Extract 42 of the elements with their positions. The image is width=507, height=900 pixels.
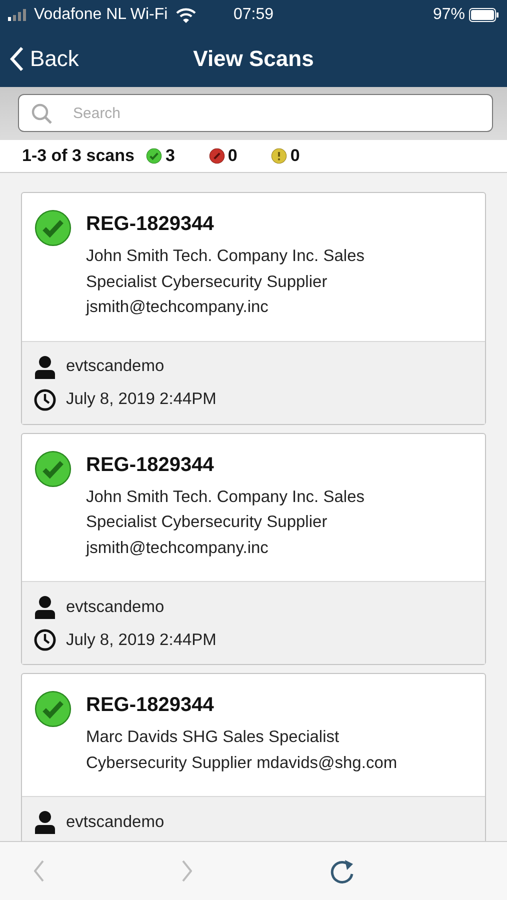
chevron-left-icon (10, 46, 24, 72)
carrier-name: Vodafone NL Wi-Fi (34, 6, 168, 24)
registration-id: REG-1829344 (86, 694, 215, 717)
signal-icon (8, 9, 28, 21)
check-icon (34, 209, 72, 247)
chevron-right-icon (182, 860, 192, 882)
status-count: 3 (165, 146, 175, 166)
scan-count: 1-3 of 3 scans (22, 146, 134, 166)
registration-id: REG-1829344 (86, 454, 215, 476)
scanner-user: evtscandemo (66, 598, 164, 616)
status-count: 0 (290, 146, 300, 166)
user-icon (34, 595, 56, 619)
clock-icon (34, 629, 56, 651)
scan-card[interactable]: REG-1829344 John Smith Tech. Company Inc. Sales Specialist Cybersecurity Supplier jsmith@techcompany.inc evtscandemo July 8, 2019 2:44PM (21, 432, 486, 665)
contact-details: Marc Davids SHG Sales Specialist Cybersecurity Supplier mdavids@shg.com (86, 727, 398, 774)
chevron-left-icon (34, 860, 44, 882)
user-icon (34, 354, 56, 378)
check-icon (34, 450, 72, 488)
screen-title: View Scans (193, 46, 314, 72)
scanner-user: evtscandemo (66, 357, 164, 376)
scan-date: July 8, 2019 2:44PM (66, 630, 216, 650)
battery-icon (469, 8, 499, 22)
check-icon (34, 690, 72, 728)
back-button[interactable]: Back (0, 46, 89, 72)
scan-date: July 8, 2019 2:44PM (66, 390, 216, 409)
search-field[interactable]: Search (18, 94, 493, 132)
registration-id: REG-1829344 (86, 213, 215, 236)
clock-icon (34, 388, 56, 410)
clock-time: 07:59 (233, 6, 274, 24)
scanner-user: evtscandemo (66, 812, 164, 832)
search-icon (31, 103, 53, 125)
scan-card[interactable]: REG-1829344 John Smith Tech. Company Inc. Sales Specialist Cybersecurity Supplier jsmith@techcompany.inc evtscandemo July 8, 2019 2:44PM (21, 192, 486, 424)
scan-card[interactable]: REG-1829344 Marc Davids SHG Sales Specialist Cybersecurity Supplier mdavids@shg.com evtscandemo (21, 673, 486, 841)
check-icon (146, 148, 162, 164)
user-icon (34, 810, 56, 834)
contact-details: John Smith Tech. Company Inc. Sales Specialist Cybersecurity Supplier jsmith@techcompany.inc (86, 486, 366, 558)
warning-icon (271, 148, 288, 164)
wifi-icon (176, 7, 196, 23)
contact-details: John Smith Tech. Company Inc. Sales Specialist Cybersecurity Supplier jsmith@techcompany.inc (86, 246, 366, 318)
status-count: 0 (228, 146, 238, 166)
battery-percent: 97% (432, 6, 465, 24)
error-icon (208, 148, 225, 164)
